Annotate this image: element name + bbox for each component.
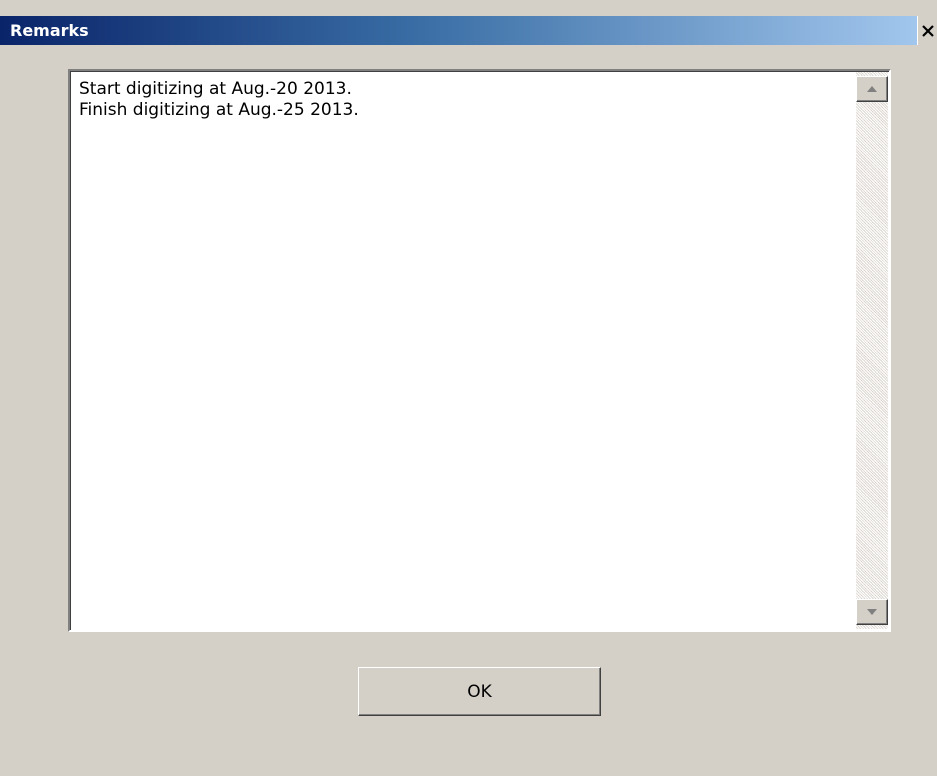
remarks-line-1: Start digitizing at Aug.-20 2013. xyxy=(79,79,352,99)
remarks-line-2: Finish digitizing at Aug.-25 2013. xyxy=(79,100,359,120)
remarks-dialog: Remarks Start digitizing at Aug.-20 2013… xyxy=(0,0,937,776)
remarks-text: Start digitizing at Aug.-20 2013. Finish… xyxy=(79,79,359,121)
close-button[interactable] xyxy=(917,16,937,45)
ok-button[interactable]: OK xyxy=(358,667,601,716)
scroll-down-button[interactable] xyxy=(856,599,888,625)
remarks-text-area[interactable]: Start digitizing at Aug.-20 2013. Finish… xyxy=(68,69,891,632)
scroll-up-button[interactable] xyxy=(856,76,888,102)
dialog-title: Remarks xyxy=(10,21,89,40)
vertical-scrollbar[interactable] xyxy=(856,72,888,629)
title-bar[interactable]: Remarks xyxy=(0,16,937,45)
close-icon xyxy=(921,24,934,37)
arrow-down-icon xyxy=(867,609,877,615)
arrow-up-icon xyxy=(867,86,877,92)
